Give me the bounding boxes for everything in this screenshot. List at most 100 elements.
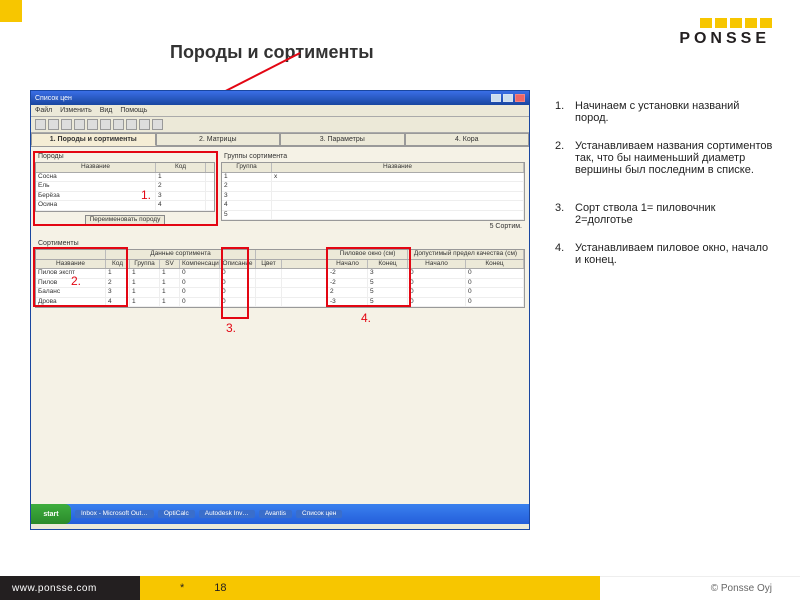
callout-1: 1. xyxy=(141,189,151,201)
window-title: Список цен xyxy=(35,95,72,102)
corner-accent xyxy=(0,0,22,22)
note-4: Устанавливаем пиловое окно, начало и кон… xyxy=(575,242,775,266)
toolbar-button[interactable] xyxy=(35,119,46,130)
cell[interactable]: 4 xyxy=(222,201,272,210)
brand-name: PONSSE xyxy=(679,30,770,48)
cell[interactable]: 3 xyxy=(156,192,206,201)
taskbar-item[interactable]: Autodesk Inv… xyxy=(199,510,255,519)
menu-edit[interactable]: Изменить xyxy=(60,107,92,114)
section-allow: Допустимый предел качества (см) xyxy=(408,250,524,259)
cell[interactable]: 4 xyxy=(156,201,206,210)
toolbar-button[interactable] xyxy=(113,119,124,130)
cell[interactable]: 2 xyxy=(156,182,206,191)
groups-label: Группы сортимента xyxy=(221,151,525,162)
assort-grid: Данные сортимента Пиловое окно (см) Допу… xyxy=(35,249,525,308)
cell[interactable] xyxy=(272,192,524,201)
window-buttons xyxy=(491,94,525,102)
callout-2: 2. xyxy=(71,275,81,287)
menubar: Файл Изменить Вид Помощь xyxy=(31,105,529,117)
taskbar-item[interactable]: Inbox - Microsoft Out… xyxy=(75,510,154,519)
toolbar-button[interactable] xyxy=(74,119,85,130)
footer-copyright: © Ponsse Oyj xyxy=(600,576,800,600)
cell[interactable]: 2 xyxy=(222,182,272,191)
taskbar: start Inbox - Microsoft Out… OptiCalc Au… xyxy=(31,504,529,524)
note-2: Устанавливаем названия сортиментов так, … xyxy=(575,140,775,176)
col: Начало xyxy=(408,260,466,269)
slide-footer: www.ponsse.com * 18 © Ponsse Oyj xyxy=(0,576,800,600)
table-row[interactable]: Пилов21100-2500 xyxy=(36,279,524,289)
cell[interactable]: 5 xyxy=(222,211,272,220)
footer-page: 18 xyxy=(214,582,226,594)
tab-bark[interactable]: 4. Кора xyxy=(405,133,530,146)
table-row[interactable]: Пилов экспт11100-2300 xyxy=(36,269,524,279)
col: Название xyxy=(36,260,106,269)
slide-title: Породы и сортименты xyxy=(170,42,374,63)
toolbar-button[interactable] xyxy=(48,119,59,130)
col: Код xyxy=(106,260,130,269)
cell[interactable]: Сосна xyxy=(36,173,156,182)
section-saw: Пиловое окно (см) xyxy=(328,250,408,259)
menu-help[interactable]: Помощь xyxy=(120,107,147,114)
taskbar-item[interactable]: Avantis xyxy=(259,510,292,519)
col-name: Название xyxy=(36,163,156,172)
species-label: Породы xyxy=(35,151,215,162)
cell[interactable] xyxy=(272,201,524,210)
start-button[interactable]: start xyxy=(31,504,71,524)
note-1: Начинаем с установки названий пород. xyxy=(575,100,775,124)
cell[interactable]: x xyxy=(272,173,524,182)
groups-footer: 5 Сортим. xyxy=(221,221,525,232)
table-row[interactable]: Дрова41100-3500 xyxy=(36,298,524,308)
col: Группа xyxy=(130,260,160,269)
app-screenshot: Список цен Файл Изменить Вид Помощь 1. П… xyxy=(30,90,530,530)
rename-species-button[interactable]: Переименовать породу xyxy=(85,215,166,226)
col-code: Код xyxy=(156,163,206,172)
panel-body: Породы Название Код Сосна1 Ель2 Берёза3 … xyxy=(31,147,529,504)
notes-list: 1.Начинаем с установки названий пород. 2… xyxy=(555,100,775,282)
cell[interactable]: Ель xyxy=(36,182,156,191)
species-grid: Название Код Сосна1 Ель2 Берёза3 Осина4 xyxy=(35,162,215,212)
tab-species[interactable]: 1. Породы и сортименты xyxy=(31,133,156,146)
cell[interactable]: Осина xyxy=(36,201,156,210)
tab-params[interactable]: 3. Параметры xyxy=(280,133,405,146)
cell[interactable]: Берёза xyxy=(36,192,156,201)
footer-star: * xyxy=(180,582,184,594)
callout-4: 4. xyxy=(361,312,371,324)
col: Начало xyxy=(328,260,368,269)
window-titlebar: Список цен xyxy=(31,91,529,105)
menu-file[interactable]: Файл xyxy=(35,107,52,114)
col: SV xyxy=(160,260,180,269)
col-group: Группа xyxy=(222,163,272,172)
callout-3: 3. xyxy=(226,322,236,334)
cell[interactable] xyxy=(272,211,524,220)
toolbar-button[interactable] xyxy=(139,119,150,130)
col: Компенсаци xyxy=(180,260,220,269)
groups-grid: Группа Название 1x 2 3 4 5 xyxy=(221,162,525,221)
tab-row: 1. Породы и сортименты 2. Матрицы 3. Пар… xyxy=(31,133,529,147)
menu-view[interactable]: Вид xyxy=(100,107,113,114)
toolbar-button[interactable] xyxy=(100,119,111,130)
footer-url: www.ponsse.com xyxy=(0,576,140,600)
col: Конец xyxy=(368,260,408,269)
col: Описание xyxy=(220,260,256,269)
taskbar-item[interactable]: OptiCalc xyxy=(158,510,195,519)
tab-matrices[interactable]: 2. Матрицы xyxy=(156,133,281,146)
assort-label: Сортименты xyxy=(35,238,525,249)
toolbar-button[interactable] xyxy=(61,119,72,130)
col: Конец xyxy=(466,260,524,269)
col: Цвет xyxy=(256,260,282,269)
toolbar-button[interactable] xyxy=(152,119,163,130)
taskbar-item[interactable]: Список цен xyxy=(296,510,342,519)
section-data: Данные сортимента xyxy=(106,250,256,259)
col-gname: Название xyxy=(272,163,524,172)
cell[interactable]: 1 xyxy=(222,173,272,182)
brand-squares xyxy=(700,18,772,28)
cell[interactable]: 3 xyxy=(222,192,272,201)
toolbar-button[interactable] xyxy=(87,119,98,130)
toolbar-button[interactable] xyxy=(126,119,137,130)
table-row[interactable]: Баланс311002500 xyxy=(36,288,524,298)
cell[interactable] xyxy=(272,182,524,191)
maximize-icon[interactable] xyxy=(503,94,513,102)
cell[interactable]: 1 xyxy=(156,173,206,182)
close-icon[interactable] xyxy=(515,94,525,102)
minimize-icon[interactable] xyxy=(491,94,501,102)
